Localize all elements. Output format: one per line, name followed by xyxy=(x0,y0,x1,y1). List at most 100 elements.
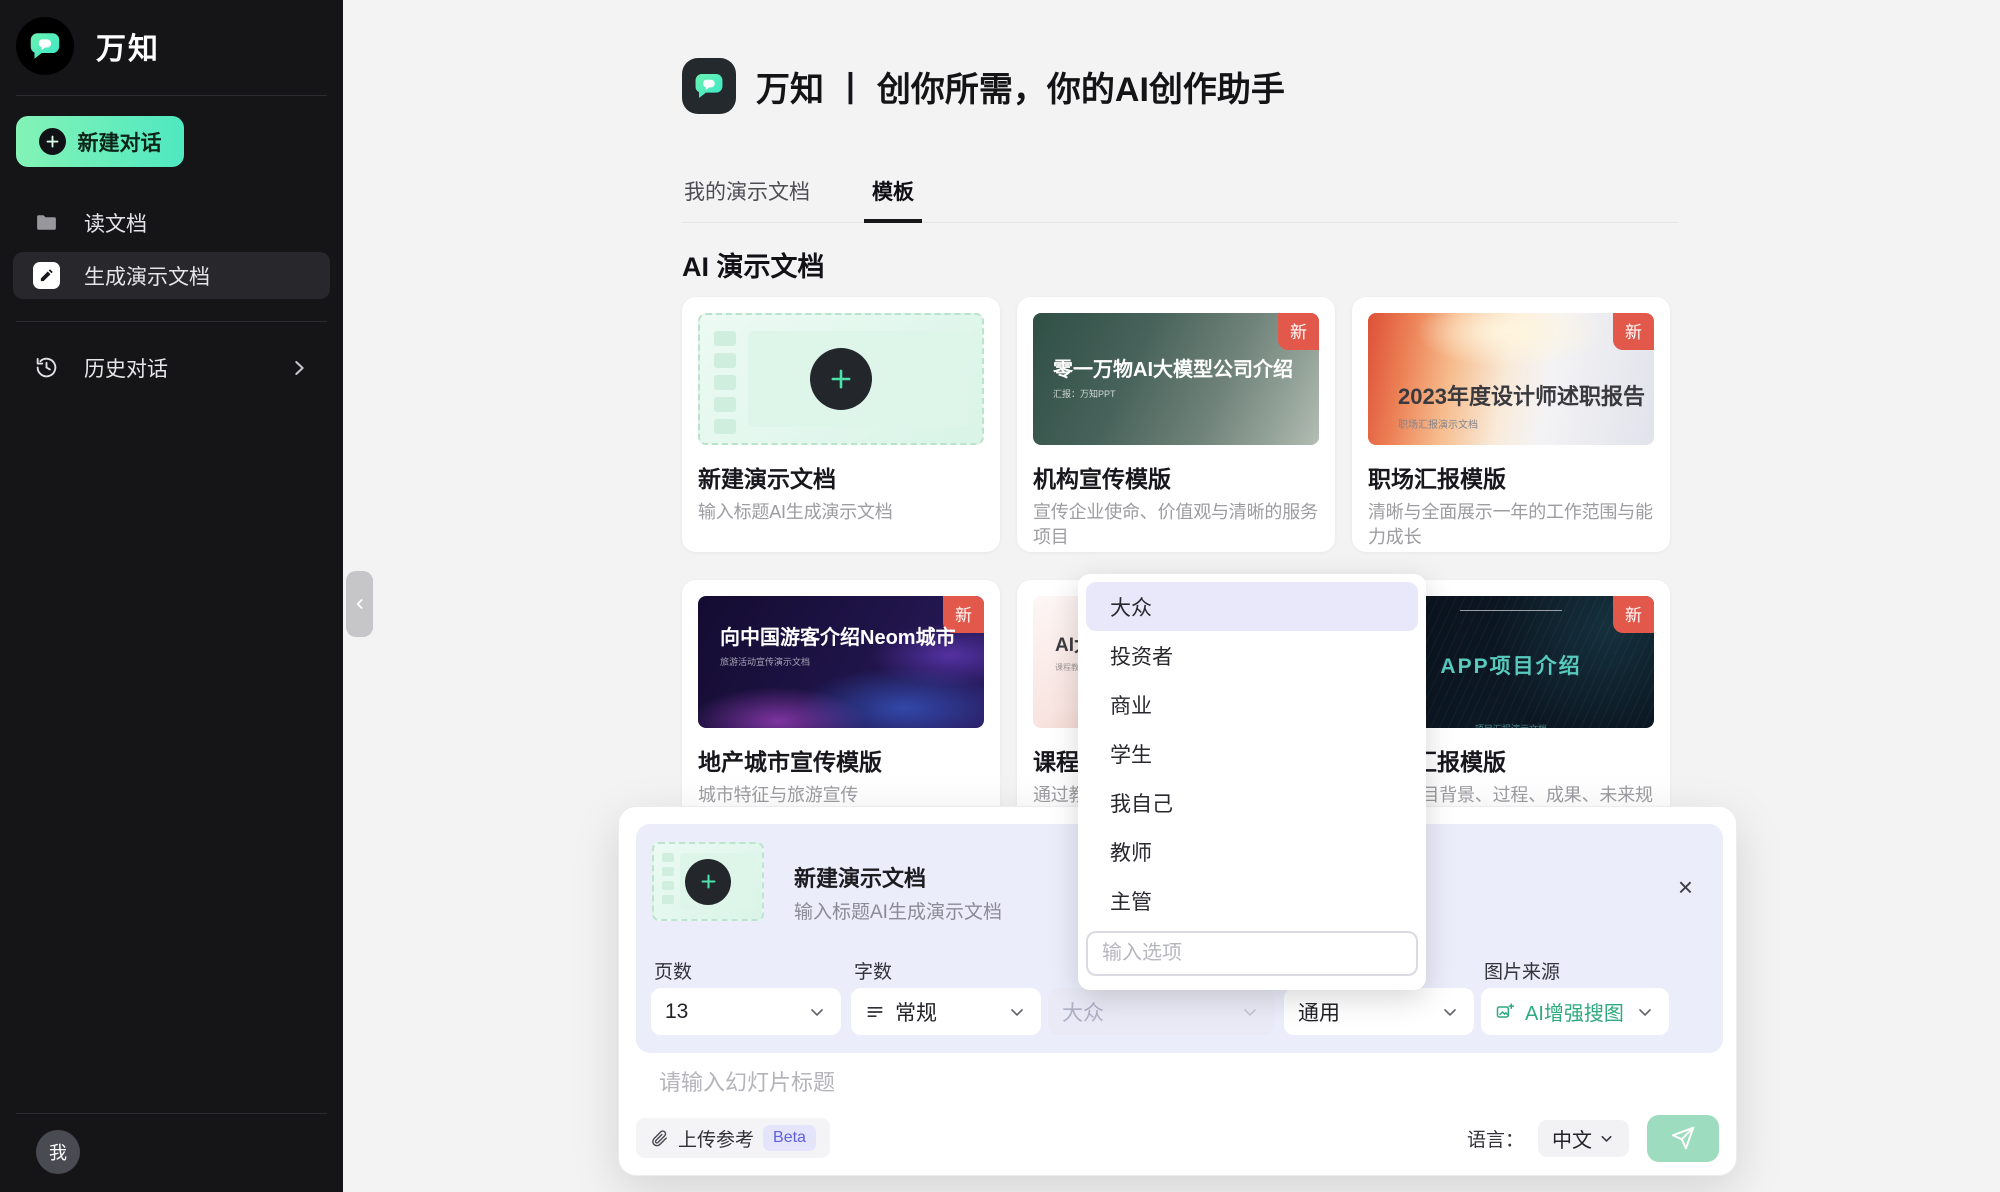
tab-templates[interactable]: 模板 xyxy=(864,176,922,223)
slide-title-input[interactable] xyxy=(657,1069,1561,1097)
app-window: 万知 新建对话 读文档 生成演示文档 xyxy=(0,0,2000,1192)
beta-badge: Beta xyxy=(763,1125,816,1151)
card-template-org[interactable]: 新 零一万物AI大模型公司介绍 汇报：万知PPT 机构宣传模版 宣传企业使命、价… xyxy=(1017,297,1335,552)
lines-icon xyxy=(865,1002,885,1022)
card-title: 机构宣传模版 xyxy=(1033,460,1319,494)
page-title: 万知 丨 创你所需，你的AI创作助手 xyxy=(756,62,1285,111)
dropdown-item-student[interactable]: 学生 xyxy=(1086,729,1418,778)
divider xyxy=(16,1113,327,1114)
sidebar-item-label: 生成演示文档 xyxy=(84,261,210,291)
sidebar-item-label: 历史对话 xyxy=(84,353,168,383)
image-source-select[interactable]: AI增强搜图 xyxy=(1481,988,1669,1035)
folder-icon xyxy=(33,209,60,236)
thumb-decoration xyxy=(714,375,736,390)
template-thumbnail: 新 零一万物AI大模型公司介绍 汇报：万知PPT xyxy=(1033,313,1319,445)
card-template-city[interactable]: 新 向中国游客介绍Neom城市 旅游活动宣传演示文档 地产城市宣传模版 城市特征… xyxy=(682,580,1000,835)
new-badge: 新 xyxy=(1278,313,1319,350)
card-create-doc[interactable]: 新建演示文档 输入标题AI生成演示文档 xyxy=(682,297,1000,552)
template-thumbnail: 新 2023年度设计师述职报告 职场汇报演示文档 xyxy=(1368,313,1654,445)
send-icon xyxy=(1670,1125,1696,1151)
thumb-decoration xyxy=(662,881,674,890)
sidebar: 万知 新建对话 读文档 生成演示文档 xyxy=(0,0,343,1192)
dropdown-item-teacher[interactable]: 教师 xyxy=(1086,827,1418,876)
dropdown-item-public[interactable]: 大众 xyxy=(1086,582,1418,631)
create-doc-thumbnail xyxy=(652,842,764,921)
dropdown-custom-option-input[interactable] xyxy=(1086,931,1418,976)
history-icon xyxy=(33,354,60,381)
audience-value: 大众 xyxy=(1062,997,1104,1027)
card-desc: 清晰与全面展示一年的工作范围与能力成长 xyxy=(1368,500,1654,550)
image-source-value: AI增强搜图 xyxy=(1525,997,1624,1026)
plus-icon xyxy=(39,128,66,155)
thumb-decoration xyxy=(662,853,674,862)
composer-title: 新建演示文档 xyxy=(794,861,926,893)
send-button[interactable] xyxy=(1647,1115,1719,1162)
close-icon[interactable]: × xyxy=(1678,874,1693,900)
section-title: AI 演示文档 xyxy=(682,245,1678,284)
dropdown-item-myself[interactable]: 我自己 xyxy=(1086,778,1418,827)
app-logo-icon xyxy=(682,58,736,114)
new-chat-label: 新建对话 xyxy=(78,127,162,157)
new-chat-button[interactable]: 新建对话 xyxy=(16,116,184,167)
app-logo-text: 万知 xyxy=(96,24,160,68)
divider xyxy=(16,95,327,96)
words-label: 字数 xyxy=(854,957,892,984)
language-label: 语言： xyxy=(1467,1125,1524,1152)
chevron-right-icon xyxy=(288,357,310,379)
pages-label: 页数 xyxy=(654,957,692,984)
paperclip-icon xyxy=(650,1129,669,1148)
card-title: 新建演示文档 xyxy=(698,460,984,494)
word-count-value: 常规 xyxy=(895,997,937,1027)
tab-my-docs[interactable]: 我的演示文档 xyxy=(682,176,812,222)
app-logo-row: 万知 xyxy=(0,0,343,95)
tab-bar: 我的演示文档 模板 xyxy=(682,176,1678,223)
thumb-title: 2023年度设计师述职报告 xyxy=(1398,379,1645,411)
app-logo-icon xyxy=(16,17,74,75)
language-select[interactable]: 中文 xyxy=(1538,1120,1629,1157)
thumb-decoration xyxy=(1460,610,1563,611)
scene-select[interactable]: 通用 xyxy=(1284,988,1474,1035)
thumb-subtitle: 职场汇报演示文档 xyxy=(1398,416,1645,431)
chevron-down-icon xyxy=(1440,1002,1460,1022)
audience-dropdown: 大众 投资者 商业 学生 我自己 教师 主管 xyxy=(1078,574,1426,990)
scene-value: 通用 xyxy=(1298,997,1340,1027)
edit-icon xyxy=(33,262,60,289)
language-value: 中文 xyxy=(1552,1124,1592,1153)
audience-select[interactable]: 大众 xyxy=(1048,988,1274,1035)
chevron-down-icon xyxy=(1598,1130,1615,1147)
dropdown-item-investor[interactable]: 投资者 xyxy=(1086,631,1418,680)
sidebar-item-history[interactable]: 历史对话 xyxy=(13,344,330,391)
dropdown-item-business[interactable]: 商业 xyxy=(1086,680,1418,729)
thumb-subtitle: 旅游活动宣传演示文档 xyxy=(720,655,956,668)
image-ai-icon xyxy=(1495,1002,1515,1022)
divider xyxy=(16,321,327,322)
sidebar-collapse-handle[interactable] xyxy=(346,571,373,637)
thumb-decoration xyxy=(662,895,674,904)
create-doc-thumbnail xyxy=(698,313,984,445)
card-desc: 城市特征与旅游宣传 xyxy=(698,783,984,808)
thumb-title: 零一万物AI大模型公司介绍 xyxy=(1053,353,1293,382)
chevron-down-icon xyxy=(1240,1002,1260,1022)
upload-reference-button[interactable]: 上传参考 Beta xyxy=(636,1118,830,1158)
sidebar-item-read-doc[interactable]: 读文档 xyxy=(13,199,330,246)
sidebar-spacer xyxy=(0,397,343,1113)
plus-icon xyxy=(685,859,731,905)
word-count-select[interactable]: 常规 xyxy=(851,988,1041,1035)
dropdown-item-manager[interactable]: 主管 xyxy=(1086,876,1418,925)
pages-select[interactable]: 13 xyxy=(651,988,841,1035)
card-template-work-report[interactable]: 新 2023年度设计师述职报告 职场汇报演示文档 职场汇报模版 清晰与全面展示一… xyxy=(1352,297,1670,552)
avatar[interactable]: 我 xyxy=(36,1130,80,1174)
sidebar-nav: 读文档 生成演示文档 xyxy=(0,193,343,305)
chevron-down-icon xyxy=(807,1002,827,1022)
composer-subtitle: 输入标题AI生成演示文档 xyxy=(794,897,1002,924)
thumb-title: 向中国游客介绍Neom城市 xyxy=(720,621,956,650)
thumb-decoration xyxy=(714,331,736,346)
chevron-left-icon xyxy=(352,596,368,612)
sidebar-item-generate-doc[interactable]: 生成演示文档 xyxy=(13,252,330,299)
chevron-down-icon xyxy=(1635,1002,1655,1022)
new-badge: 新 xyxy=(1613,313,1654,350)
card-title: 职场汇报模版 xyxy=(1368,460,1654,494)
thumb-decoration xyxy=(714,353,736,368)
template-thumbnail: 新 向中国游客介绍Neom城市 旅游活动宣传演示文档 xyxy=(698,596,984,728)
thumb-decoration xyxy=(714,419,736,434)
